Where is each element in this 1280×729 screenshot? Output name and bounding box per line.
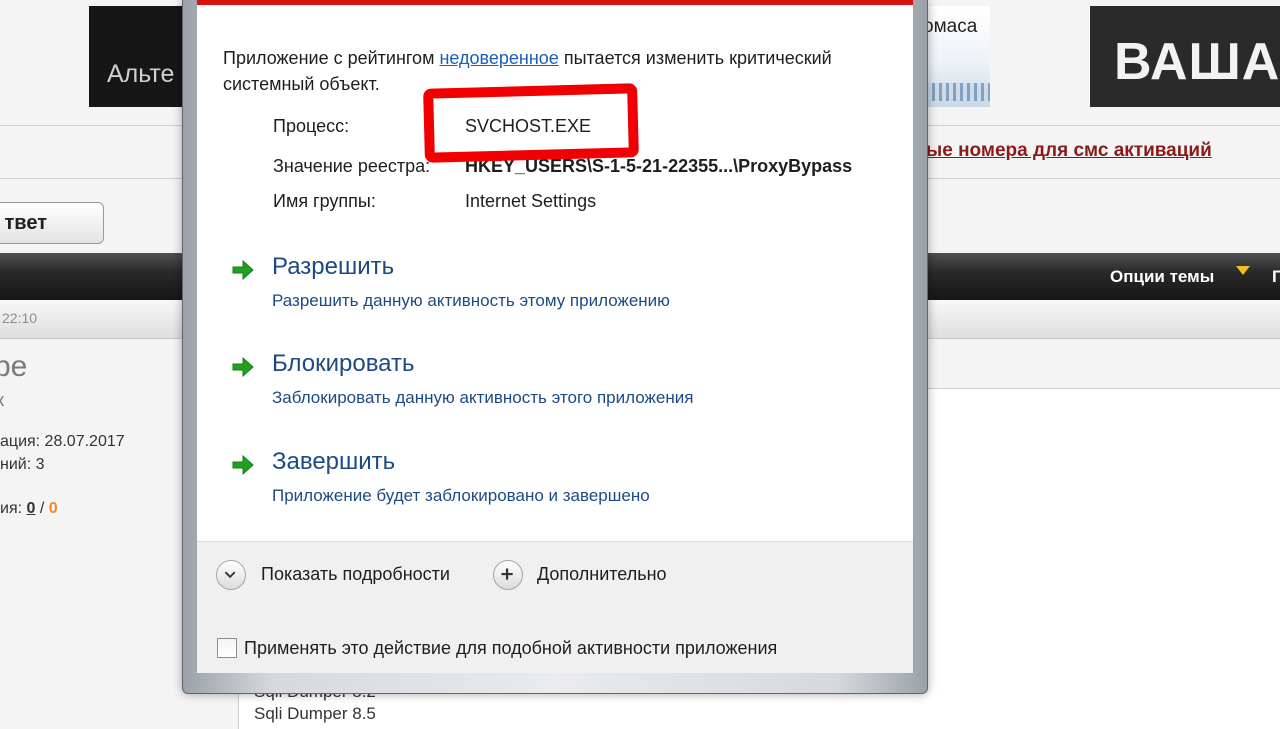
green-arrow-icon	[232, 259, 254, 281]
ad-banner-right[interactable]: ВАША Р	[1090, 6, 1280, 107]
ad-banner-middle[interactable]: омаса	[925, 6, 990, 107]
show-details-label[interactable]: Показать подробности	[261, 564, 450, 585]
ad-banner-right-text: ВАША Р	[1114, 33, 1280, 91]
user-registration-date: ация: 28.07.2017	[0, 433, 125, 450]
red-highlight-annotation	[423, 83, 639, 163]
apply-similar-checkbox[interactable]	[217, 638, 237, 658]
reply-button[interactable]: твет	[0, 202, 104, 244]
alert-message-prefix: Приложение с рейтингом	[223, 48, 440, 68]
ad-banner-left[interactable]: Альте	[89, 6, 189, 107]
block-action-title: Блокировать	[272, 350, 415, 377]
dialog-apply-bar: Применять это действие для подобной акти…	[197, 610, 913, 673]
block-action-description: Заблокировать данную активность этого пр…	[272, 388, 694, 407]
reputation-negative: 0	[48, 500, 58, 517]
show-details-button[interactable]	[216, 560, 246, 590]
allow-action-title: Разрешить	[272, 253, 395, 280]
green-arrow-icon	[232, 356, 254, 378]
user-message-count: ний: 3	[0, 456, 45, 473]
reputation-separator: /	[39, 500, 45, 517]
ad-banner-middle-text: омаса	[925, 16, 978, 37]
reputation-label: ия:	[0, 500, 23, 517]
post-time: 22:10	[2, 310, 38, 326]
group-label: Имя группы:	[273, 191, 376, 211]
dialog-options-bar: Показать подробности Дополнительно	[197, 541, 913, 611]
user-reputation: ия: 0 / 0	[0, 500, 58, 518]
allow-action-description: Разрешить данную активность этому прилож…	[272, 291, 670, 310]
apply-similar-label[interactable]: Применять это действие для подобной акти…	[244, 638, 777, 659]
alert-accent-bar	[197, 0, 913, 5]
chevron-down-icon	[224, 571, 236, 579]
ad-banner-wave-graphic	[925, 83, 990, 101]
terminate-action-description: Приложение будет заблокировано и заверше…	[272, 486, 650, 505]
terminate-action-title: Завершить	[272, 448, 396, 475]
thread-toolbar-next-item[interactable]: П	[1272, 267, 1280, 287]
process-label: Процесс:	[273, 116, 350, 136]
group-value: Internet Settings	[465, 191, 597, 211]
green-arrow-icon	[232, 454, 254, 476]
untrusted-rating-link[interactable]: недоверенное	[439, 48, 558, 68]
sms-activation-link[interactable]: ые номера для смс активаций	[926, 140, 1212, 162]
thread-options-menu[interactable]: Опции темы	[1110, 267, 1214, 287]
advanced-label[interactable]: Дополнительно	[537, 564, 667, 585]
post-user-title: к	[0, 390, 4, 411]
registry-label: Значение реестра:	[273, 156, 431, 176]
ad-banner-left-text: Альте	[107, 60, 175, 88]
advanced-button[interactable]	[493, 560, 523, 590]
reputation-positive[interactable]: 0	[27, 500, 36, 517]
post-username[interactable]: ре	[0, 350, 27, 384]
post-text-line: Sqli Dumper 8.5	[254, 704, 376, 723]
dropdown-triangle-icon[interactable]	[1236, 266, 1250, 275]
plus-icon	[501, 568, 513, 580]
